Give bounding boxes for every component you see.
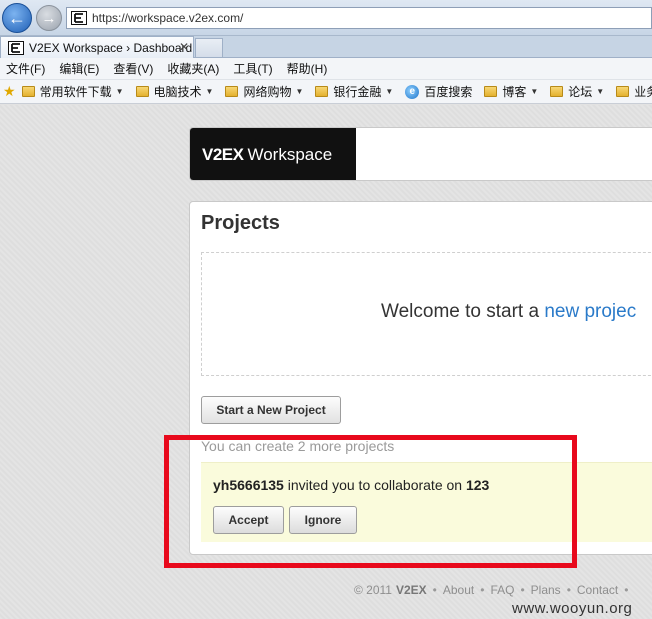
dropdown-caret-icon: ▼ xyxy=(596,87,605,96)
tab-dashboard[interactable]: V2EX Workspace › Dashboard ✕ xyxy=(0,36,194,58)
favorite-item[interactable]: 业务 xyxy=(616,83,652,100)
folder-icon xyxy=(484,86,498,97)
footer-copyright: © 2011 xyxy=(354,583,392,597)
favorite-label: 百度搜索 xyxy=(424,85,473,99)
favorite-item[interactable]: 博客 ▼ xyxy=(484,83,538,100)
site-header: V2EX Workspace xyxy=(189,127,652,181)
dropdown-caret-icon: ▼ xyxy=(295,87,304,96)
site-favicon-icon xyxy=(70,10,88,26)
favorites-star-icon[interactable]: ★ xyxy=(3,83,16,100)
back-arrow-icon: ← xyxy=(8,7,26,28)
welcome-message: Welcome to start a new projec xyxy=(381,301,636,323)
watermark: www.wooyun.org xyxy=(512,600,633,617)
forward-button[interactable]: → xyxy=(36,5,62,31)
address-bar[interactable]: https://workspace.v2ex.com/ xyxy=(66,7,652,29)
favorite-item[interactable]: e 百度搜索 xyxy=(405,83,472,100)
footer-link-faq[interactable]: FAQ xyxy=(490,583,514,597)
favorite-label: 网络购物 xyxy=(243,85,292,99)
welcome-box: Welcome to start a new projec xyxy=(201,252,652,376)
footer-link-about[interactable]: About xyxy=(443,583,474,597)
dropdown-caret-icon: ▼ xyxy=(530,87,539,96)
logo-brand: V2EX xyxy=(202,145,244,164)
back-button[interactable]: ← xyxy=(2,3,32,33)
favorite-item[interactable]: 网络购物 ▼ xyxy=(225,83,303,100)
folder-icon xyxy=(616,86,630,97)
favorite-label: 博客 xyxy=(502,85,527,99)
footer-link-contact[interactable]: Contact xyxy=(577,583,618,597)
menu-edit[interactable]: 编辑(E) xyxy=(53,60,107,77)
dropdown-caret-icon: ▼ xyxy=(205,87,214,96)
favorite-label: 电脑技术 xyxy=(153,85,202,99)
menu-bar: 文件(F) 编辑(E) 查看(V) 收藏夹(A) 工具(T) 帮助(H) xyxy=(0,58,652,80)
new-tab-button[interactable] xyxy=(195,38,223,57)
menu-file[interactable]: 文件(F) xyxy=(0,60,53,77)
logo-product: Workspace xyxy=(247,145,333,164)
footer-link-plans[interactable]: Plans xyxy=(531,583,561,597)
browser-nav-bar: ← → https://workspace.v2ex.com/ xyxy=(0,0,652,36)
footer-separator: • xyxy=(480,583,485,597)
new-project-link[interactable]: new projec xyxy=(544,301,636,322)
menu-help[interactable]: 帮助(H) xyxy=(281,60,336,77)
welcome-prefix: Welcome to start a xyxy=(381,301,545,322)
tab-title: V2EX Workspace › Dashboard xyxy=(29,40,193,55)
red-highlight-box xyxy=(164,435,577,568)
dropdown-caret-icon: ▼ xyxy=(385,87,394,96)
favorite-item[interactable]: 论坛 ▼ xyxy=(550,83,604,100)
menu-tools[interactable]: 工具(T) xyxy=(227,60,280,77)
page-footer: © 2011 V2EX • About • FAQ • Plans • Cont… xyxy=(354,583,634,597)
tab-favicon-icon xyxy=(7,40,25,56)
dropdown-caret-icon: ▼ xyxy=(115,87,124,96)
ie-icon: e xyxy=(405,84,420,99)
tab-close-icon[interactable]: ✕ xyxy=(179,40,189,54)
menu-favorites[interactable]: 收藏夹(A) xyxy=(161,60,227,77)
site-logo[interactable]: V2EX Workspace xyxy=(190,128,356,180)
favorite-label: 常用软件下载 xyxy=(39,85,112,99)
favorite-item[interactable]: 常用软件下载 ▼ xyxy=(21,83,124,100)
footer-brand: V2EX xyxy=(395,583,427,597)
favorite-label: 论坛 xyxy=(568,85,593,99)
folder-icon xyxy=(315,86,329,97)
folder-icon xyxy=(550,86,564,97)
folder-icon xyxy=(135,86,149,97)
page-viewport: V2EX Workspace Projects Welcome to start… xyxy=(0,105,652,619)
folder-icon xyxy=(225,86,239,97)
favorite-item[interactable]: 银行金融 ▼ xyxy=(315,83,393,100)
footer-separator: • xyxy=(624,583,629,597)
page-title: Projects xyxy=(201,212,280,234)
favorite-item[interactable]: 电脑技术 ▼ xyxy=(135,83,214,100)
footer-separator: • xyxy=(432,583,437,597)
favorite-label: 业务 xyxy=(634,85,652,99)
folder-icon xyxy=(21,86,35,97)
favorite-label: 银行金融 xyxy=(333,85,382,99)
menu-view[interactable]: 查看(V) xyxy=(107,60,161,77)
tab-bar: V2EX Workspace › Dashboard ✕ xyxy=(0,36,652,58)
footer-separator: • xyxy=(520,583,525,597)
favorites-bar: ★ 常用软件下载 ▼ 电脑技术 ▼ 网络购物 ▼ 银行金融 ▼ e 百度搜索 博客 ▼ 论坛… xyxy=(0,80,652,104)
footer-separator: • xyxy=(566,583,571,597)
forward-arrow-icon: → xyxy=(41,9,57,27)
start-new-project-button[interactable]: Start a New Project xyxy=(201,396,341,424)
address-url: https://workspace.v2ex.com/ xyxy=(92,11,244,25)
